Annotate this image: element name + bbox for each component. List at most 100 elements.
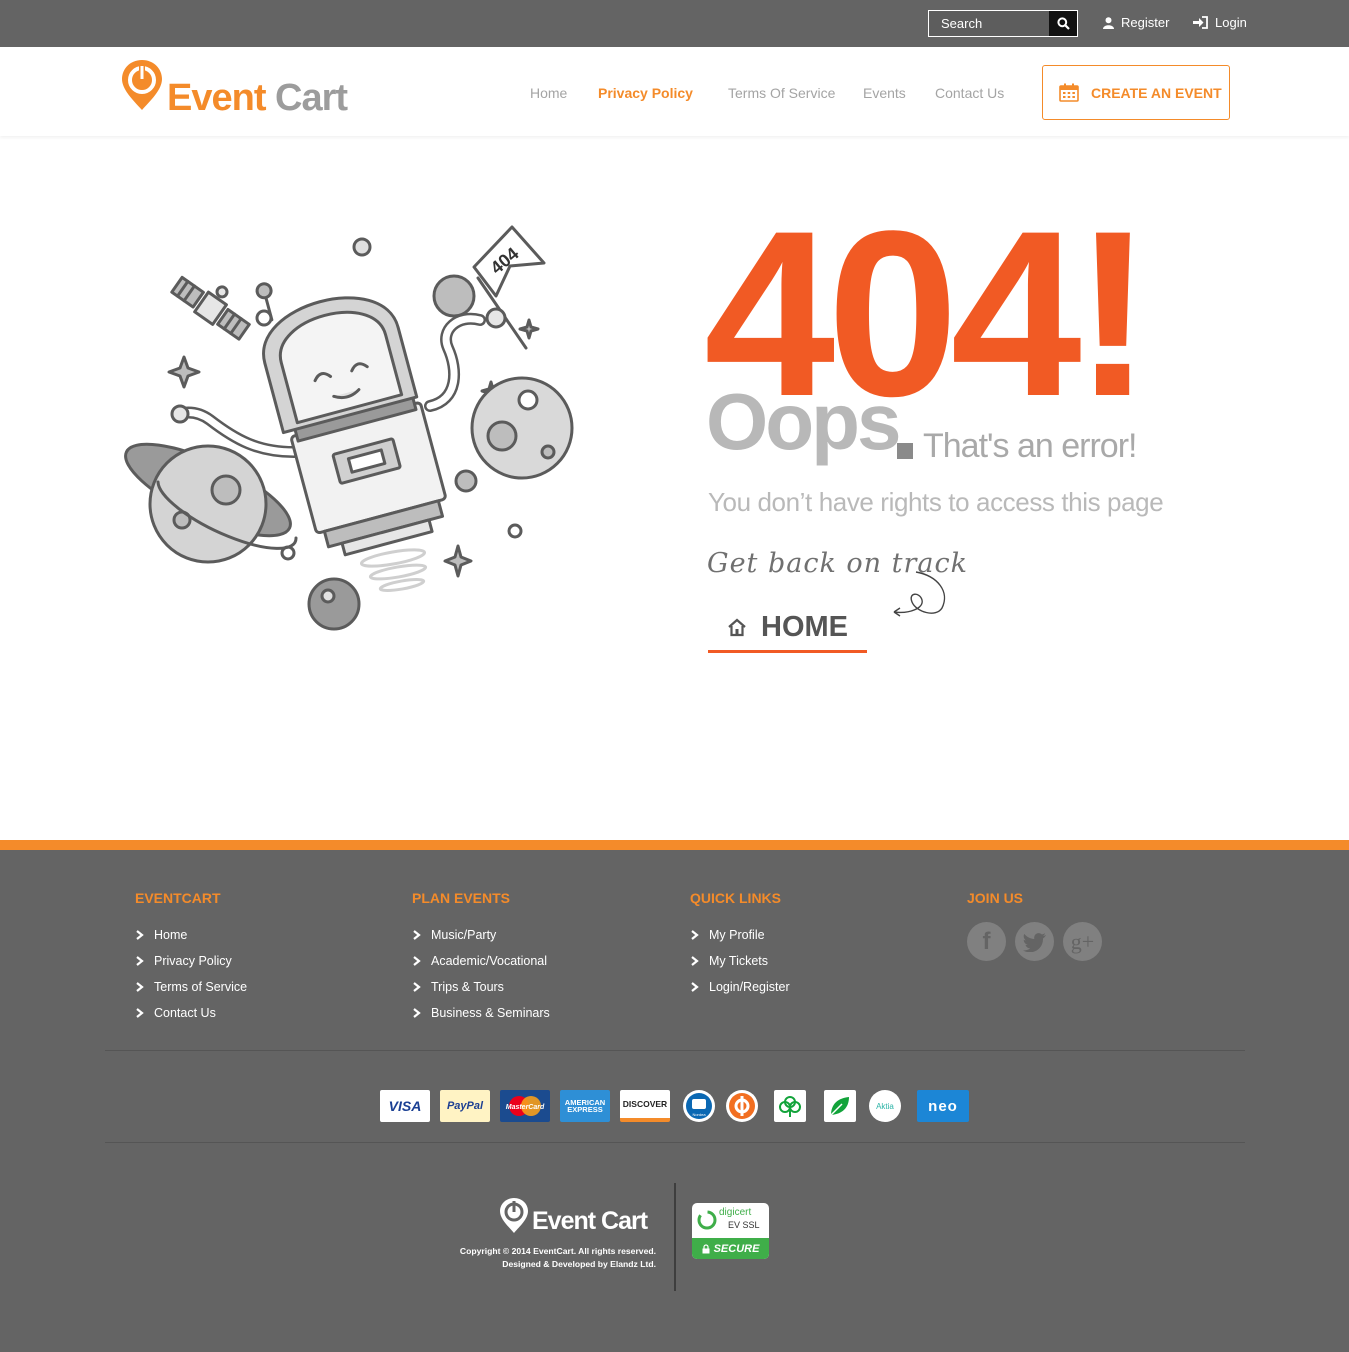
footer-heading: QUICK LINKS (690, 890, 781, 906)
footer: EVENTCART Home Privacy Policy Terms of S… (0, 840, 1349, 1352)
chevron-right-icon (136, 930, 144, 940)
oops-heading: Oops (706, 377, 901, 466)
google-plus-icon[interactable]: g+ (1063, 922, 1102, 961)
leaf-icon (830, 1097, 849, 1116)
amex-line2: EXPRESS (567, 1105, 603, 1114)
footer-link-academic-vocational[interactable]: Academic/Vocational (412, 954, 550, 980)
chevron-right-icon (136, 982, 144, 992)
footer-link-label: Privacy Policy (154, 954, 232, 968)
footer-link-music-party[interactable]: Music/Party (412, 928, 550, 954)
footer-link-label: Login/Register (709, 980, 790, 994)
chevron-right-icon (691, 930, 699, 940)
paypal-logo: PayPal (440, 1090, 490, 1122)
search-icon (1056, 17, 1070, 30)
footer-link-business-seminars[interactable]: Business & Seminars (412, 1006, 550, 1032)
footer-logo-text-event: Event (532, 1207, 596, 1235)
digicert-ev-ssl: EV SSL (728, 1220, 760, 1230)
eventcart-logo[interactable]: Event Cart (119, 57, 359, 117)
op-icon (729, 1093, 755, 1119)
footer-col-join-us: JOIN US f g+ (967, 890, 1102, 961)
footer-heading: PLAN EVENTS (412, 890, 511, 906)
sampo-logo (774, 1090, 806, 1122)
logo-text-cart: Cart (275, 77, 348, 119)
facebook-icon[interactable]: f (967, 922, 1006, 961)
footer-vertical-divider (674, 1183, 676, 1291)
twitter-bird-icon (1022, 932, 1046, 952)
clover-icon (779, 1096, 801, 1117)
nav-privacy-policy[interactable]: Privacy Policy (598, 85, 693, 101)
search-input[interactable] (929, 11, 1049, 36)
footer-link-my-tickets[interactable]: My Tickets (690, 954, 790, 980)
footer-link-login-register[interactable]: Login/Register (690, 980, 790, 1006)
footer-col-eventcart: EVENTCART Home Privacy Policy Terms of S… (135, 890, 247, 1032)
oops-dot (897, 443, 913, 459)
nav-contact-us[interactable]: Contact Us (935, 85, 1004, 101)
digicert-ring-icon (697, 1210, 717, 1230)
footer-link-label: My Profile (709, 928, 765, 942)
footer-link-contact-us[interactable]: Contact Us (135, 1006, 247, 1032)
create-event-label: CREATE AN EVENT (1091, 84, 1222, 101)
nav-terms-of-service[interactable]: Terms Of Service (728, 85, 835, 101)
home-icon (728, 618, 746, 636)
logo-text-event: Event (167, 77, 266, 119)
home-button[interactable]: HOME (708, 604, 867, 653)
footer-logo-text-cart: Cart (601, 1207, 648, 1235)
footer-link-label: Terms of Service (154, 980, 248, 994)
header: Event Cart Home Privacy Policy Terms Of … (0, 47, 1349, 136)
footer-link-label: Trips & Tours (431, 980, 504, 994)
footer-col-quick-links: QUICK LINKS My Profile My Tickets Login/… (690, 890, 790, 1006)
register-link[interactable]: Register (1103, 15, 1169, 30)
chevron-right-icon (413, 956, 421, 966)
error-subtitle: That's an error! (923, 427, 1137, 465)
svg-text:Nordea: Nordea (692, 1112, 706, 1117)
curly-arrow-icon (893, 571, 946, 617)
footer-link-my-profile[interactable]: My Profile (690, 928, 790, 954)
footer-link-label: Home (154, 928, 188, 942)
footer-link-label: My Tickets (709, 954, 769, 968)
login-link[interactable]: Login (1193, 15, 1247, 30)
chevron-right-icon (136, 956, 144, 966)
chevron-right-icon (691, 982, 699, 992)
nordea-logo: Nordea (683, 1090, 715, 1122)
calendar-icon (1059, 83, 1079, 102)
digicert-secure-bar: SECURE (692, 1238, 769, 1259)
footer-link-label: Business & Seminars (431, 1006, 550, 1020)
footer-divider (105, 1142, 1245, 1143)
footer-heading: EVENTCART (135, 890, 221, 906)
mastercard-circles-icon: MasterCard (506, 1096, 545, 1116)
footer-divider (105, 1050, 1245, 1051)
nordea-icon: Nordea (686, 1093, 712, 1119)
top-bar: Register Login (0, 0, 1349, 47)
footer-logo-pin-icon (500, 1198, 528, 1233)
footer-logo-text: Event Cart (532, 1207, 648, 1235)
digicert-brand: digicert (719, 1207, 752, 1218)
search-box (928, 10, 1078, 37)
login-label: Login (1215, 15, 1247, 30)
social-links: f g+ (967, 922, 1102, 961)
nav-home[interactable]: Home (530, 85, 567, 101)
op-bank-logo (726, 1090, 758, 1122)
twitter-icon[interactable] (1015, 922, 1054, 961)
chevron-right-icon (136, 1008, 144, 1018)
visa-logo: VISA (380, 1090, 430, 1122)
copyright-text: Copyright © 2014 EventCart. All rights r… (459, 1246, 656, 1256)
footer-link-home[interactable]: Home (135, 928, 247, 954)
lock-icon (702, 1243, 710, 1253)
digicert-secure-label: SECURE (713, 1242, 760, 1255)
footer-link-trips-tours[interactable]: Trips & Tours (412, 980, 550, 1006)
create-event-button[interactable]: CREATE AN EVENT (1042, 65, 1230, 120)
register-label: Register (1121, 15, 1170, 30)
footer-link-label: Contact Us (154, 1006, 216, 1020)
footer-link-terms-of-service[interactable]: Terms of Service (135, 980, 247, 1006)
amex-logo: AMERICAN EXPRESS (560, 1090, 610, 1122)
handelsbanken-logo (824, 1090, 856, 1122)
chevron-right-icon (413, 982, 421, 992)
search-button[interactable] (1049, 11, 1077, 36)
footer-link-label: Academic/Vocational (431, 954, 548, 968)
chevron-right-icon (413, 1008, 421, 1018)
astronaut-illustration: 404 (124, 225, 574, 631)
sign-in-icon (1193, 16, 1208, 29)
footer-link-privacy-policy[interactable]: Privacy Policy (135, 954, 247, 980)
nav-events[interactable]: Events (863, 85, 906, 101)
digicert-badge[interactable]: digicert EV SSL SECURE (692, 1203, 769, 1259)
